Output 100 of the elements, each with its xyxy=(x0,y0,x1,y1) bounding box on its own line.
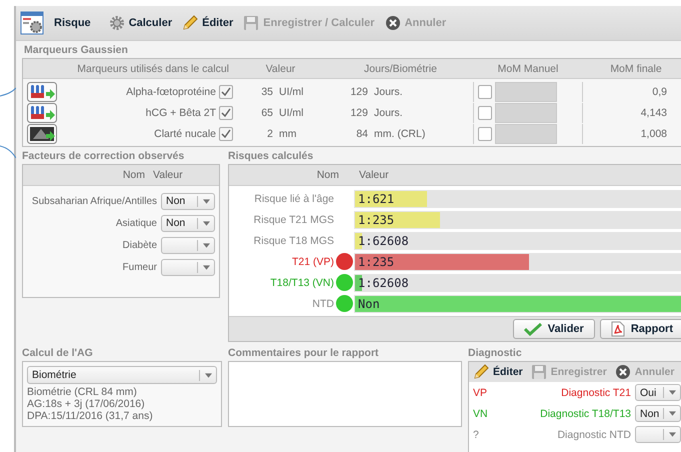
pencil-icon xyxy=(473,364,489,380)
column-header: Valeur xyxy=(153,169,183,181)
risk-value: 1:235 xyxy=(357,254,394,268)
input-field[interactable] xyxy=(495,102,557,122)
dropdown-arrow-icon xyxy=(668,432,676,437)
input-field[interactable] xyxy=(495,82,557,102)
value-unit: UI/ml xyxy=(279,106,304,118)
column-header: Nom xyxy=(316,169,340,181)
toolbar-button[interactable]: Éditer xyxy=(473,364,523,380)
ag-text: AG:18s + 3j (17/06/2016) xyxy=(27,398,146,410)
diagnostic-label: Diagnostic T18/T13 xyxy=(539,408,631,420)
dropdown-arrow-icon xyxy=(204,372,212,378)
checkbox[interactable] xyxy=(219,84,233,98)
dropdown[interactable] xyxy=(161,258,215,276)
dropdown[interactable]: Non xyxy=(635,405,681,422)
diagnostic-code: VP xyxy=(473,386,488,398)
dropdown[interactable] xyxy=(161,236,215,254)
test-tubes-icon[interactable] xyxy=(27,102,57,122)
value-number: 35 xyxy=(260,86,273,98)
check-icon xyxy=(524,322,542,336)
risk-name: Risque T21 MGS xyxy=(252,214,334,226)
column-header: MoM Manuel xyxy=(496,62,560,74)
risk-value: 1:621 xyxy=(357,192,394,206)
section-title: Marqueurs Gaussien xyxy=(23,43,129,58)
mom-value: 0,9 xyxy=(651,86,668,98)
factor-name: Diabète xyxy=(122,240,157,250)
days-number: 129 xyxy=(349,86,368,98)
days-unit: mm. (CRL) xyxy=(374,128,426,140)
column-header: Valeur xyxy=(359,169,389,181)
dropdown[interactable]: Biométrie xyxy=(27,366,217,384)
section-title: Facteurs de correction observés xyxy=(22,149,186,164)
document-icon xyxy=(610,321,625,337)
diagnostic-code: VN xyxy=(473,408,489,420)
value-number: 2 xyxy=(266,128,273,140)
days-number: 129 xyxy=(349,106,368,118)
section-title: Commentaires pour le rapport xyxy=(228,346,380,361)
risk-value: 1:62608 xyxy=(357,234,409,248)
section-title: Diagnostic xyxy=(468,346,523,361)
column-header: MoM finale xyxy=(609,62,663,74)
value-unit: mm xyxy=(279,128,296,140)
toolbar-button[interactable]: Éditer xyxy=(182,15,234,31)
checkbox[interactable] xyxy=(219,106,233,120)
value-unit: UI/ml xyxy=(279,86,304,98)
marker-name: Clarté nucale xyxy=(154,128,216,140)
value-number: 65 xyxy=(260,106,273,118)
risk-name: Risque lié à l'âge xyxy=(253,192,334,204)
risk-name: T18/T13 (VN) xyxy=(269,276,334,288)
column-header: Jours/Biométrie xyxy=(363,62,438,74)
toolbar-button[interactable]: Calculer xyxy=(108,15,172,31)
risk-value: 1:235 xyxy=(357,212,394,226)
pencil-icon xyxy=(182,15,198,31)
ag-text: Biométrie (CRL 84 mm) xyxy=(27,386,138,398)
checkbox[interactable] xyxy=(219,126,233,140)
factor-name: Fumeur xyxy=(122,262,157,272)
checkbox[interactable] xyxy=(478,106,492,120)
factor-name: Asiatique xyxy=(116,218,157,228)
diagnostic-label: Diagnostic NTD xyxy=(556,428,631,440)
risk-name: Risque T18 MGS xyxy=(252,234,334,246)
dropdown[interactable]: Non xyxy=(161,192,215,210)
action-button[interactable]: Rapport xyxy=(600,319,681,339)
toolbar-title: Risque xyxy=(54,17,91,29)
dropdown-arrow-icon xyxy=(202,198,210,204)
risk-name: NTD xyxy=(311,298,334,310)
test-tubes-icon[interactable] xyxy=(27,82,57,102)
window-gear-icon xyxy=(20,11,44,35)
dropdown-arrow-icon xyxy=(668,411,676,416)
risk-name: T21 (VP) xyxy=(290,256,334,268)
mom-value: 1,008 xyxy=(640,128,668,140)
days-unit: Jours. xyxy=(374,106,403,118)
scan-image-icon[interactable] xyxy=(27,124,57,144)
dropdown[interactable]: Oui xyxy=(635,384,681,401)
floppy-icon xyxy=(243,15,260,31)
section-title: Risques calculés xyxy=(228,149,314,164)
risk-value: Non xyxy=(357,296,380,310)
diagnostic-code: ? xyxy=(473,428,480,440)
dropdown-arrow-icon xyxy=(202,220,210,226)
mom-value: 4,143 xyxy=(640,106,668,118)
section-title: Calcul de l'AG xyxy=(22,346,94,361)
days-number: 84 xyxy=(355,128,368,140)
days-unit: Jours. xyxy=(374,86,403,98)
column-header: Marqueurs utilisés dans le calcul xyxy=(76,62,230,74)
input-field[interactable] xyxy=(495,124,557,144)
checkbox[interactable] xyxy=(478,126,492,140)
comments-field[interactable] xyxy=(228,361,462,427)
gear-icon xyxy=(108,15,125,31)
close-icon xyxy=(614,364,631,380)
checkbox[interactable] xyxy=(478,84,492,98)
column-header: Valeur xyxy=(264,62,296,74)
marker-name: hCG + Bêta 2T xyxy=(146,106,216,118)
action-button[interactable]: Valider xyxy=(512,319,595,339)
dropdown[interactable] xyxy=(635,426,681,443)
dropdown-arrow-icon xyxy=(202,242,210,248)
diagnostic-label: Diagnostic T21 xyxy=(560,386,631,398)
dropdown-arrow-icon xyxy=(202,264,210,270)
marker-name: Alpha-fœtoprotéine xyxy=(126,86,216,98)
close-icon xyxy=(384,15,401,31)
column-header: Nom xyxy=(122,169,146,181)
factor-name: Subsaharian Afrique/Antilles xyxy=(32,196,157,206)
dropdown[interactable]: Non xyxy=(161,214,215,232)
dropdown-arrow-icon xyxy=(668,390,676,395)
